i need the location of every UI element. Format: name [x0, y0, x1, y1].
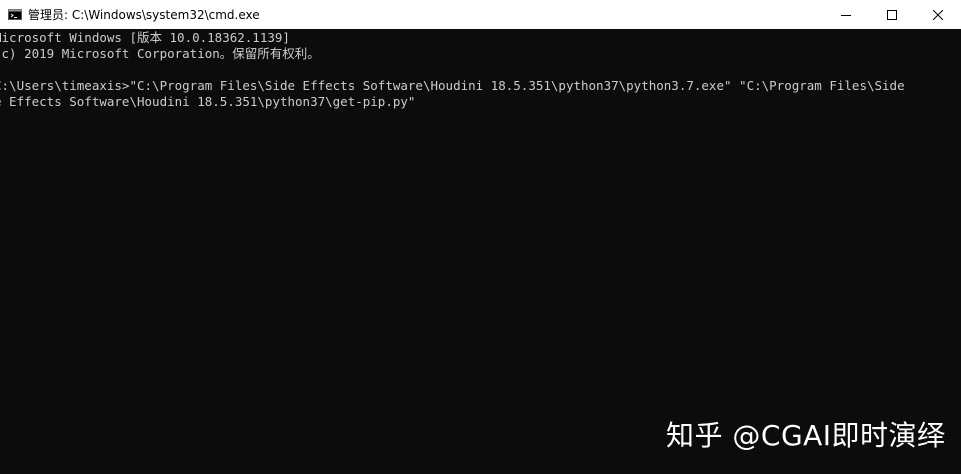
- console-line: Microsoft Windows [版本 10.0.18362.1139]: [0, 30, 290, 45]
- close-icon: [933, 9, 943, 20]
- close-button[interactable]: [915, 0, 961, 29]
- zhihu-watermark: 知乎 @CGAI即时演绎: [666, 419, 946, 452]
- maximize-icon: [887, 9, 897, 20]
- minimize-icon: [841, 14, 851, 16]
- window-controls: [823, 0, 961, 29]
- title-bar[interactable]: 管理员: C:\Windows\system32\cmd.exe: [0, 0, 961, 29]
- minimize-button[interactable]: [823, 0, 869, 29]
- console-line: e Effects Software\Houdini 18.5.351\pyth…: [0, 94, 416, 109]
- cmd-window: 管理员: C:\Windows\system32\cmd.exe Microso…: [0, 0, 961, 474]
- console-line: (c) 2019 Microsoft Corporation。保留所有权利。: [0, 46, 320, 61]
- console-line: C:\Users\timeaxis>"C:\Program Files\Side…: [0, 78, 905, 93]
- window-title: 管理员: C:\Windows\system32\cmd.exe: [28, 8, 260, 22]
- console-output[interactable]: Microsoft Windows [版本 10.0.18362.1139] (…: [0, 29, 961, 474]
- cmd-app-icon: [8, 9, 22, 20]
- maximize-button[interactable]: [869, 0, 915, 29]
